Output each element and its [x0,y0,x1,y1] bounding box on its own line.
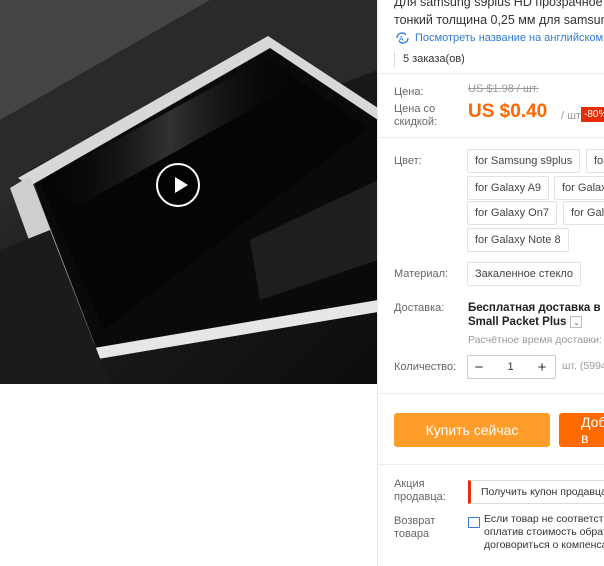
seller-promo-label: Акция продавца: [394,478,446,503]
quantity-stepper: − + [467,355,556,379]
svg-text:A: A [399,36,404,43]
increase-quantity-button[interactable]: + [531,359,553,376]
delivery-time: Расчётное время доставки: 20-40 дней [468,334,604,346]
chevron-down-icon[interactable]: ⌄ [570,316,583,328]
quantity-input[interactable] [490,361,531,373]
discount-price-label: Цена со скидкой: [394,103,438,128]
get-coupon-button[interactable]: Получить купон продавца [468,480,604,504]
product-title: Для samsung s9plus HD прозрачное тонкий … [394,0,604,27]
color-option[interactable]: for Samsung s9plus [467,149,581,173]
shipping-label: Доставка: [394,302,445,314]
add-to-cart-button[interactable]: Добавить в корзину [559,413,604,462]
product-gallery[interactable] [0,0,378,384]
color-option[interactable]: for Samsung [586,149,604,173]
color-label: Цвет: [394,155,422,167]
divider [378,464,604,465]
available-quantity: шт. (5994 шт. доступно) [562,360,604,372]
color-option[interactable]: for Galaxy [554,176,604,200]
quantity-label: Количество: [394,361,457,373]
original-price: US $1.98 / шт. [468,83,539,95]
price-unit: / шт. [561,110,583,122]
discount-badge: -80% [581,107,604,122]
material-option[interactable]: Закаленное стекло [467,262,582,286]
divider [378,73,604,74]
play-video-button[interactable] [156,163,200,207]
return-policy-icon [468,517,480,528]
price-label: Цена: [394,86,424,98]
divider [378,393,604,394]
color-option[interactable]: for Galaxy On7 [467,201,557,225]
color-option[interactable]: for Galaxy [563,201,604,225]
shipping-method-selector[interactable]: Small Packet Plus ⌄ [468,316,583,328]
color-option[interactable]: for Galaxy A9 [467,176,550,200]
discount-price: US $0.40 [468,101,548,122]
buy-now-button[interactable]: Купить сейчас [394,413,550,447]
orders-count: 5 заказа(ов) [394,51,471,67]
product-info-panel: Для samsung s9plus HD прозрачное тонкий … [378,0,604,566]
shipping-title: Бесплатная доставка в Russian Federation… [468,302,604,314]
material-label: Материал: [394,268,449,280]
decrease-quantity-button[interactable]: − [468,359,490,376]
divider [378,137,604,138]
translate-title-link[interactable]: A Посмотреть название на английском [394,31,603,45]
return-policy-text: Если товар не соответствует описанию, оп… [484,513,604,551]
color-option[interactable]: for Galaxy Note 8 [467,228,569,252]
returns-label: Возврат товара [394,515,436,540]
translate-icon: A [396,32,409,44]
